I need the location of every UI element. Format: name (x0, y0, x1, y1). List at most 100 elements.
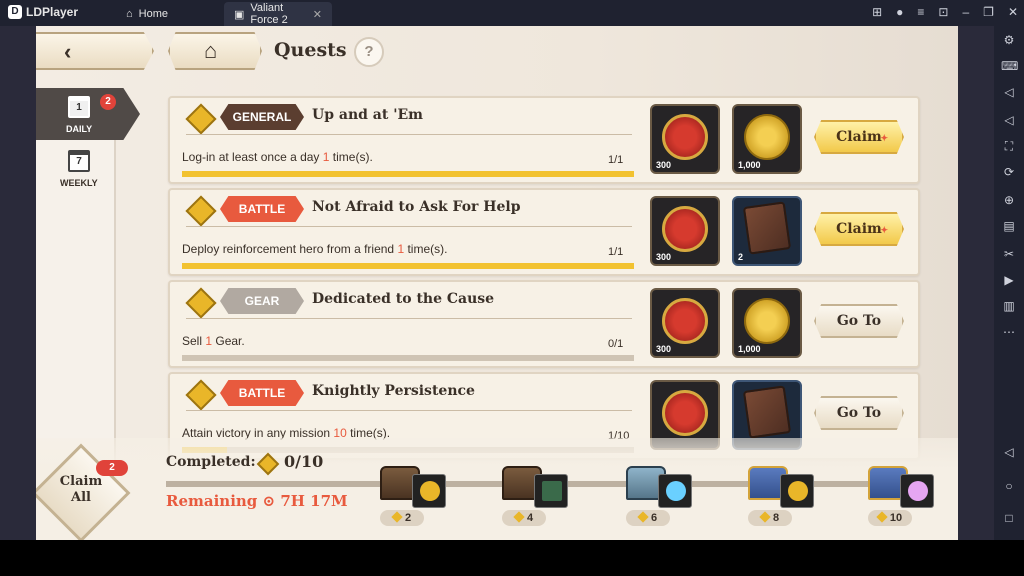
ldplayer-logo: D LDPlayer (8, 5, 78, 19)
reward-coin[interactable]: 1,000 (732, 288, 802, 358)
progress-fill (182, 171, 634, 177)
milestone-chest[interactable] (626, 460, 696, 510)
crest-icon (662, 390, 708, 436)
right-letterbox (958, 26, 994, 540)
category-tag: BATTLE (220, 196, 304, 222)
coin-icon (420, 481, 440, 501)
reward-preview (658, 474, 692, 508)
milestone-badge: 8 (748, 510, 792, 526)
gamepad-icon[interactable]: ⊞ (872, 5, 882, 19)
claim-button[interactable]: Claim ✦ (814, 212, 904, 246)
reward-tome[interactable]: 2 (732, 196, 802, 266)
crest-icon (662, 114, 708, 160)
milestone-chest[interactable] (380, 460, 450, 510)
home-nav-icon[interactable]: ○ (1001, 478, 1017, 494)
back-button[interactable]: ‹ (36, 32, 154, 70)
desc-text: time(s). (404, 242, 448, 256)
progress-bar (182, 263, 634, 269)
milestone-chest[interactable] (748, 460, 818, 510)
reward-qty: 300 (656, 344, 672, 354)
more-icon[interactable]: ⋯ (1001, 324, 1017, 340)
claim-all-badge: 2 (96, 460, 128, 476)
add-icon[interactable]: ⊕ (1001, 192, 1017, 208)
progress-bar (182, 171, 634, 177)
files-icon[interactable]: ▥ (1001, 298, 1017, 314)
sync-icon[interactable]: ⟳ (1001, 164, 1017, 180)
reward-crest[interactable]: 300 (650, 196, 720, 266)
milestone-value: 2 (404, 512, 412, 524)
screen-icon[interactable]: ⊡ (938, 5, 948, 19)
milestone-chest[interactable] (502, 460, 572, 510)
minimize-icon[interactable]: – (962, 5, 969, 19)
quest-description: Deploy reinforcement hero from a friend … (182, 242, 447, 256)
reward-crest[interactable]: 300 (650, 288, 720, 358)
recents-nav-icon[interactable]: □ (1001, 510, 1017, 526)
menu-icon[interactable]: ≡ (917, 5, 924, 19)
go-to-button[interactable]: Go To (814, 396, 904, 430)
reward-qty: 1,000 (738, 160, 761, 170)
emulator-titlebar: D LDPlayer ⌂ Home ▣ Valiant Force 2 ✕ ⊞ … (0, 0, 1024, 26)
tome-icon (542, 481, 562, 501)
reward-qty: 1,000 (738, 344, 761, 354)
video-icon[interactable]: ▶ (1001, 272, 1017, 288)
crest-icon (662, 206, 708, 252)
keyboard-icon[interactable]: ⌨ (1001, 58, 1018, 74)
quest-point-icon (185, 103, 217, 135)
desc-text: Log-in at least once a day (182, 150, 323, 164)
settings-icon[interactable]: ⚙ (1001, 32, 1017, 48)
restore-icon[interactable]: ❐ (983, 5, 994, 19)
reward-preview (412, 474, 446, 508)
go-to-button[interactable]: Go To (814, 304, 904, 338)
reward-crest[interactable]: 300 (650, 104, 720, 174)
left-letterbox (0, 26, 36, 540)
app-name: LDPlayer (26, 5, 79, 19)
tab-weekly[interactable]: 7 WEEKLY (36, 144, 116, 196)
claim-all-label[interactable]: Claim All (56, 474, 106, 506)
milestone-chest[interactable] (868, 460, 938, 510)
reward-qty: 2 (738, 252, 744, 262)
tab-daily[interactable]: 1 2 DAILY (36, 88, 140, 140)
scissors-icon[interactable]: ✂ (1001, 246, 1017, 262)
desc-text: Deploy reinforcement hero from a friend (182, 242, 398, 256)
milestone-value: 4 (526, 512, 534, 524)
tab-home[interactable]: ⌂ Home (116, 2, 222, 26)
quest-description: Sell 1 Gear. (182, 334, 245, 348)
calendar-icon: 7 (68, 150, 90, 172)
coin-icon (744, 298, 790, 344)
milestone-value: 10 (889, 512, 903, 524)
progress-text: 1/1 (608, 154, 624, 166)
emulator-toolbar: ⚙ ⌨ ◁ ◁ ⛶ ⟳ ⊕ ▤ ✂ ▶ ▥ ⋯ ◁ ○ □ (994, 26, 1024, 540)
desc-text: Sell (182, 334, 206, 348)
tab-label: WEEKLY (60, 178, 98, 188)
fullscreen-icon[interactable]: ⛶ (1001, 138, 1017, 154)
quest-card: GENERAL Up and at 'Em Log-in at least on… (168, 96, 920, 184)
notification-badge: 2 (100, 94, 116, 110)
quest-point-icon (185, 195, 217, 227)
volume-down-icon[interactable]: ◁ (1001, 112, 1017, 128)
reward-preview (900, 474, 934, 508)
reward-coin[interactable]: 1,000 (732, 104, 802, 174)
milestone-badge: 4 (502, 510, 546, 526)
remaining-value: 7H 17M (280, 492, 348, 510)
claim-button[interactable]: Claim ✦ (814, 120, 904, 154)
close-icon[interactable]: ✕ (1008, 5, 1018, 19)
divider (186, 226, 632, 227)
desc-text: time(s). (329, 150, 373, 164)
close-tab-icon[interactable]: ✕ (313, 8, 322, 21)
tab-valiant-force[interactable]: ▣ Valiant Force 2 ✕ (224, 2, 332, 26)
back-nav-icon[interactable]: ◁ (1001, 444, 1017, 460)
button-label: Claim (836, 129, 882, 145)
account-icon[interactable]: ● (896, 5, 903, 19)
quest-title: Up and at 'Em (312, 107, 423, 123)
quest-point-icon (513, 511, 525, 523)
help-button[interactable]: ? (354, 37, 384, 67)
crest-icon (662, 298, 708, 344)
clock-icon: ⊙ (262, 492, 276, 510)
tab-label: Home (138, 8, 168, 20)
volume-up-icon[interactable]: ◁ (1001, 84, 1017, 100)
home-icon: ⌂ (204, 38, 218, 63)
apk-icon[interactable]: ▤ (1001, 218, 1017, 234)
home-button[interactable]: ⌂ (168, 32, 262, 70)
reward-preview (780, 474, 814, 508)
quest-point-icon (759, 511, 771, 523)
